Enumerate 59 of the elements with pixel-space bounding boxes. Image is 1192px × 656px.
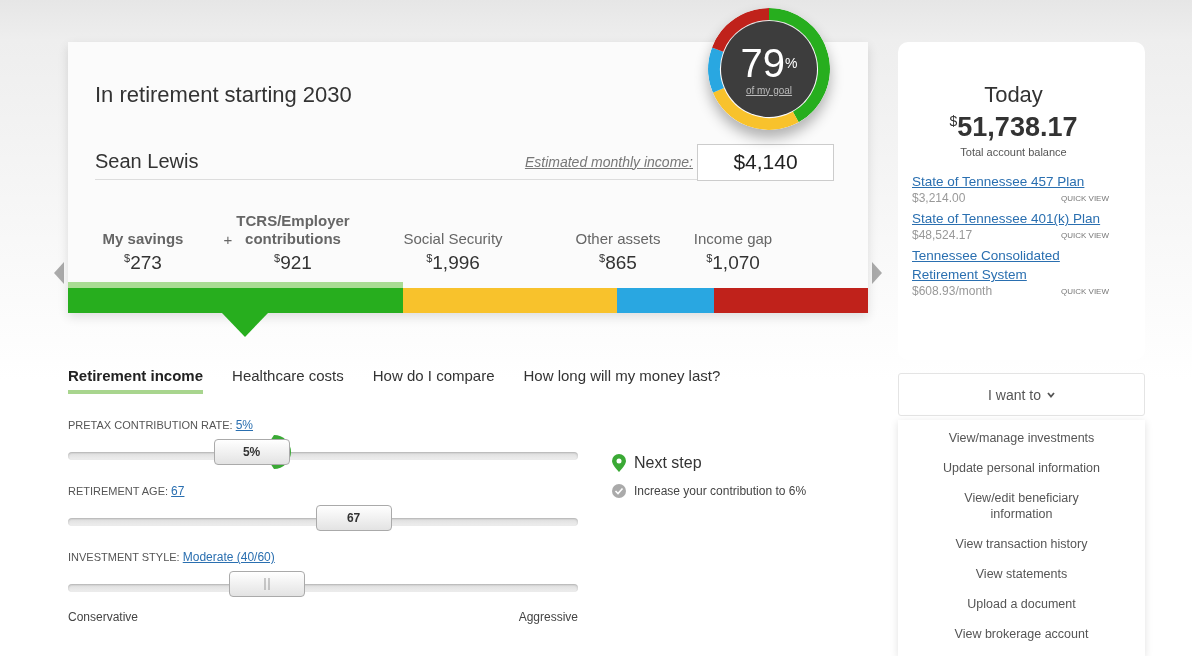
i-want-to-dropdown[interactable]: I want to	[898, 373, 1145, 416]
tab[interactable]: Retirement income	[68, 367, 204, 394]
quick-view-link[interactable]: QUICK VIEW	[1061, 286, 1109, 296]
next-arrow-icon[interactable]	[872, 262, 882, 284]
income-source-amount: $^{$}$1,070	[706, 251, 760, 274]
slider-label: RETIREMENT AGE: 67	[68, 484, 186, 498]
income-source-label: Other assets	[575, 229, 661, 248]
chevron-icon	[1046, 391, 1055, 398]
account-link[interactable]: State of Tennessee 457 Plan	[912, 172, 1115, 191]
balance-title: Today	[983, 82, 1044, 108]
goal-link[interactable]: of my goal	[745, 84, 793, 96]
plus-sign: +	[222, 231, 234, 250]
location-pin-icon	[612, 454, 626, 472]
income-source-label: TCRS/Employer contributions	[236, 211, 350, 248]
slider-thumb[interactable]: 5%	[213, 439, 290, 465]
total-balance: $^{$}$51,738.17	[948, 112, 1079, 143]
slider-label: PRETAX CONTRIBUTION RATE: 5%	[68, 418, 254, 432]
income-source-amount: $^{$}$865	[599, 251, 637, 274]
income-source-amount: $^{$}$921	[274, 251, 312, 274]
menu-item[interactable]: Update personal information	[932, 460, 1111, 476]
income-source-amount: $^{$}$273	[124, 251, 162, 274]
account-link[interactable]: State of Tennessee 401(k) Plan	[912, 209, 1115, 228]
menu-item[interactable]: Upload a document	[932, 596, 1111, 612]
slider-thumb[interactable]: 67	[315, 505, 392, 531]
slider-min-label: Conservative	[68, 610, 139, 624]
quick-view-link[interactable]: QUICK VIEW	[1061, 193, 1109, 203]
slider-value-link[interactable]: 5%	[235, 418, 253, 432]
grip-icon	[263, 578, 270, 590]
account-amount: $3,214.00	[912, 191, 966, 205]
tab[interactable]: How do I compare	[372, 367, 495, 394]
income-source-amount: $^{$}$1,996	[426, 251, 480, 274]
menu-item[interactable]: View statements	[932, 566, 1111, 582]
user-name: Sean Lewis	[95, 144, 525, 180]
menu-item[interactable]: View/manage investments	[932, 430, 1111, 446]
slider-value-link[interactable]: Moderate (40/60)	[182, 550, 275, 564]
card-title: In retirement starting 2030	[95, 82, 352, 108]
income-source-label: My savings	[102, 229, 184, 248]
next-step-title: Next step	[634, 454, 702, 472]
previous-arrow-icon[interactable]	[54, 262, 64, 284]
income-value: $4,140	[697, 143, 834, 181]
balance-caption: Total account balance	[959, 146, 1068, 158]
goal-percent: 79%	[740, 42, 798, 83]
quick-view-link[interactable]: QUICK VIEW	[1061, 230, 1109, 240]
account-amount: $608.93/month	[912, 284, 993, 298]
slider-label: INVESTMENT STYLE: Moderate (40/60)	[68, 550, 276, 564]
menu-item[interactable]: View transaction history	[932, 536, 1111, 552]
slider-max-label: Aggressive	[518, 610, 578, 624]
next-step-text: Increase your contribution to 6%	[634, 484, 807, 498]
income-source-label: Income gap	[693, 229, 773, 248]
menu-item[interactable]: View brokerage account	[932, 626, 1111, 642]
menu-item[interactable]: View/edit beneficiary information	[932, 490, 1111, 522]
pointer-icon	[222, 313, 268, 337]
tab[interactable]: How long will my money last?	[523, 367, 721, 394]
slider-value-link[interactable]: 67	[171, 484, 185, 498]
account-link[interactable]: Tennessee Consolidated Retirement System	[912, 246, 1115, 284]
slider-thumb[interactable]	[228, 571, 305, 597]
account-amount: $48,524.17	[912, 228, 973, 242]
tab[interactable]: Healthcare costs	[232, 367, 344, 394]
income-source-label: Social Security	[403, 229, 503, 248]
